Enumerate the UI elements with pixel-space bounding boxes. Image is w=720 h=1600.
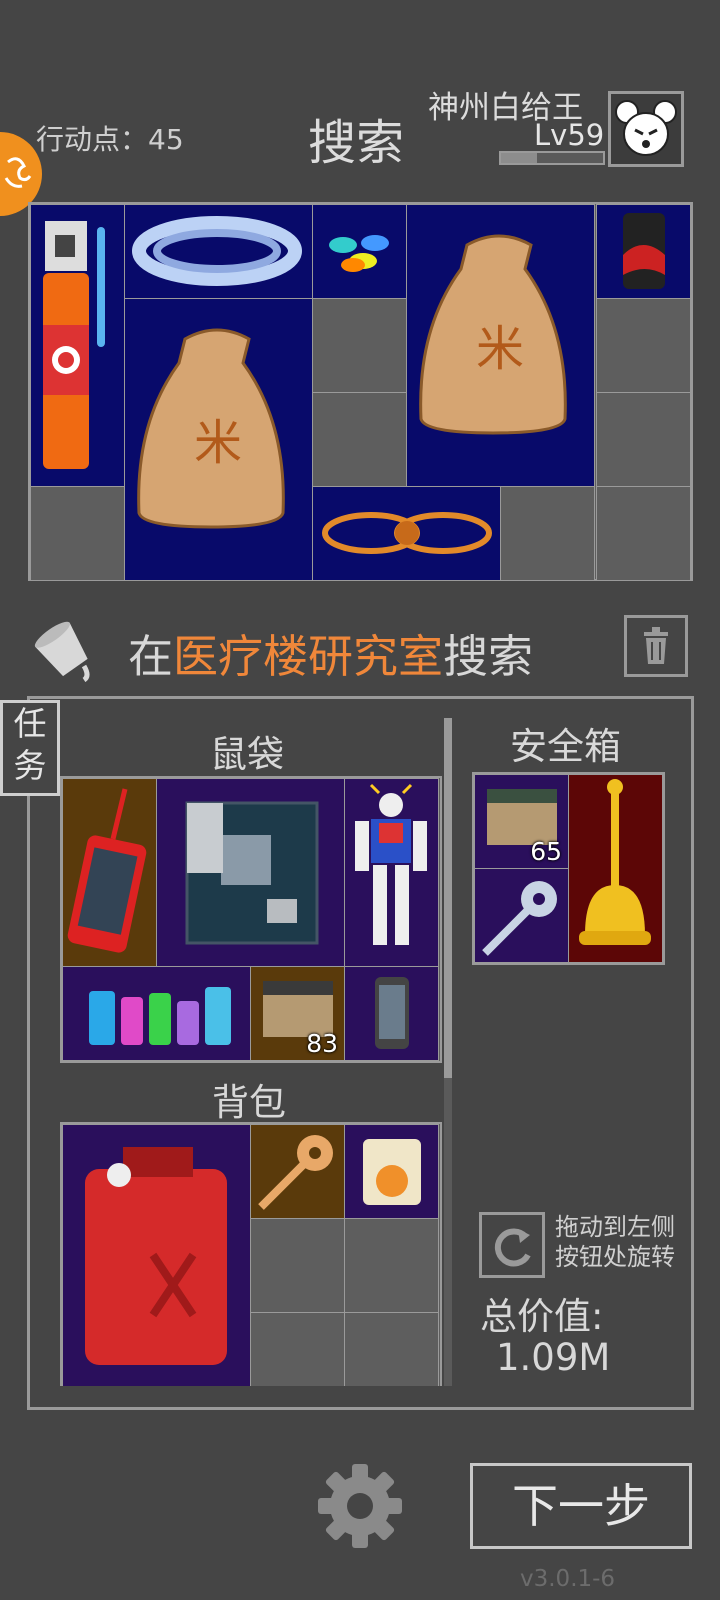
safe-box-title: 安全箱 — [510, 725, 621, 768]
gear-icon — [318, 1464, 402, 1548]
safe-item-ammo-box[interactable]: 65 — [474, 774, 569, 869]
loot-item-rice-bag-right[interactable]: 米 — [406, 204, 595, 487]
bag-item-phone[interactable] — [344, 966, 439, 1061]
trash-button[interactable] — [624, 615, 688, 677]
rotate-hint: 拖动到左侧 按钮处旋转 — [555, 1212, 675, 1272]
bag-item-count: 83 — [306, 1029, 338, 1058]
backpack-slot-empty[interactable] — [250, 1312, 345, 1386]
search-location-prefix: 在 — [128, 630, 174, 683]
rotate-icon — [494, 1228, 531, 1267]
loot-slot-empty[interactable] — [312, 392, 407, 487]
scrollbar[interactable] — [444, 718, 452, 1386]
loot-item-rice-bag-left[interactable]: 米 — [124, 298, 313, 581]
backpack-slot-empty[interactable] — [250, 1218, 345, 1313]
loot-slot-empty[interactable] — [500, 486, 595, 581]
next-button[interactable]: 下一步 — [470, 1463, 692, 1549]
xp-bar — [499, 151, 605, 165]
safe-item-key[interactable] — [474, 868, 569, 963]
trash-icon — [644, 627, 668, 664]
avatar[interactable] — [608, 91, 684, 167]
bag-item-walkie-phone[interactable] — [62, 778, 157, 967]
loot-slot-empty[interactable] — [596, 392, 691, 487]
xp-bar-fill — [501, 153, 537, 163]
loot-slot-empty[interactable] — [30, 486, 125, 581]
action-points: 行动点：45 — [36, 123, 184, 156]
bag-item-motherboard[interactable] — [156, 778, 345, 967]
version-label: v3.0.1-6 — [520, 1566, 616, 1592]
loot-slot-empty[interactable] — [312, 298, 407, 393]
rotate-hint-line-1: 拖动到左侧 — [555, 1213, 675, 1241]
rat-avatar-icon — [615, 100, 677, 156]
safe-item-count: 65 — [530, 837, 562, 866]
rotate-hint-line-2: 按钮处旋转 — [555, 1243, 675, 1271]
loot-item-caulk-gun[interactable] — [30, 204, 125, 487]
scrollbar-thumb[interactable] — [444, 718, 452, 1078]
bag-item-bottles[interactable] — [62, 966, 251, 1061]
loot-slot-empty[interactable] — [596, 486, 691, 581]
bucket-icon — [26, 612, 96, 682]
rat-bag-title: 鼠袋 — [210, 733, 284, 776]
backpack-slot-empty[interactable] — [344, 1218, 439, 1313]
backpack-slot-empty[interactable] — [344, 1312, 439, 1386]
search-location-place: 医疗楼研究室 — [173, 630, 444, 683]
total-value-label: 总价值: — [480, 1295, 604, 1338]
search-location-suffix: 搜索 — [443, 630, 534, 683]
backpack-title: 背包 — [212, 1081, 286, 1124]
task-tab-label-2: 务 — [13, 746, 47, 785]
bag-item-ammo-box[interactable]: 83 — [250, 966, 345, 1061]
loot-item-rope[interactable] — [312, 486, 501, 581]
page-title: 搜索 — [308, 115, 405, 171]
bag-item-gundam-figure[interactable] — [344, 778, 439, 967]
loot-item-hose[interactable] — [124, 204, 313, 299]
loot-item-pills[interactable] — [312, 204, 407, 299]
safe-item-golden-plunger[interactable] — [568, 774, 663, 963]
settings-button[interactable] — [316, 1462, 404, 1550]
player-level: Lv59 — [534, 118, 605, 152]
backpack-item-canned-food[interactable] — [344, 1124, 439, 1219]
total-value: 1.09M — [496, 1336, 611, 1379]
loot-item-soda-can[interactable] — [596, 204, 691, 299]
rotate-button[interactable] — [479, 1212, 545, 1278]
task-tab-label-1: 任 — [13, 704, 47, 743]
search-location: 在医疗楼研究室搜索 — [128, 620, 533, 685]
loot-slot-empty[interactable] — [596, 298, 691, 393]
svg-text:米: 米 — [476, 321, 524, 377]
task-tab[interactable]: 任 务 — [0, 700, 60, 796]
backpack-item-fuel-can[interactable] — [62, 1124, 251, 1386]
svg-text:米: 米 — [194, 415, 242, 471]
backpack-item-key[interactable] — [250, 1124, 345, 1219]
